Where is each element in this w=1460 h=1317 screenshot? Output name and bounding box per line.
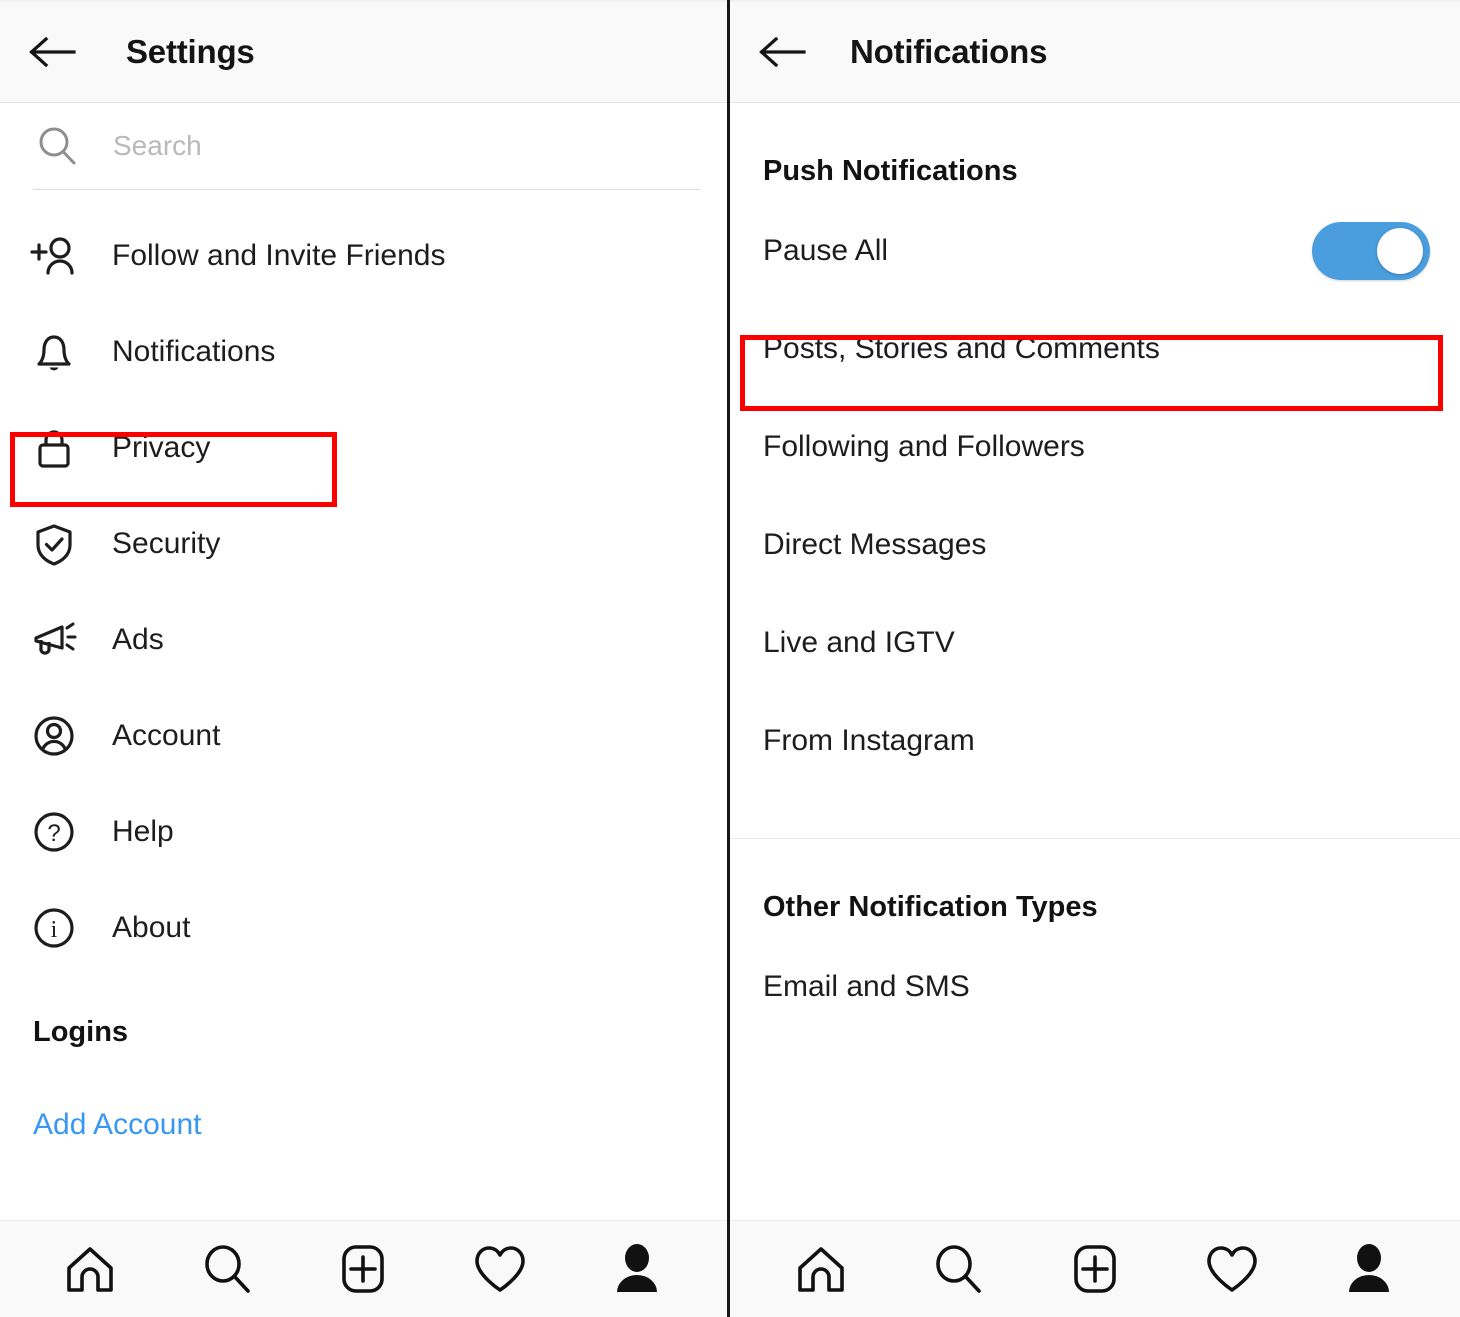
- home-icon[interactable]: [59, 1238, 121, 1300]
- row-label: Following and Followers: [763, 430, 1085, 463]
- logins-heading: Logins: [33, 1016, 129, 1048]
- sidebar-item-label: About: [112, 911, 191, 944]
- row-direct-messages[interactable]: Direct Messages: [730, 496, 1460, 594]
- row-posts-stories-and-comments[interactable]: Posts, Stories and Comments: [730, 300, 1460, 398]
- lock-icon: [28, 422, 80, 474]
- sidebar-item-account[interactable]: Account: [0, 688, 727, 784]
- row-label: Posts, Stories and Comments: [763, 332, 1160, 365]
- row-following-and-followers[interactable]: Following and Followers: [730, 398, 1460, 496]
- sidebar-item-follow-and-invite-friends[interactable]: Follow and Invite Friends: [0, 208, 727, 304]
- search-input[interactable]: [113, 130, 593, 162]
- notifications-panel: Notifications Push Notifications Pause A…: [730, 0, 1460, 1317]
- bell-icon: [28, 326, 80, 378]
- sidebar-item-security[interactable]: Security: [0, 496, 727, 592]
- add-post-icon[interactable]: [1064, 1238, 1126, 1300]
- heart-icon[interactable]: [469, 1238, 531, 1300]
- bottom-nav-left: [0, 1220, 727, 1317]
- sidebar-item-label: Account: [112, 719, 221, 752]
- home-icon[interactable]: [790, 1238, 852, 1300]
- row-label: Live and IGTV: [763, 626, 955, 659]
- pause-all-toggle[interactable]: [1312, 222, 1430, 280]
- row-label: From Instagram: [763, 724, 975, 757]
- bottom-nav-right: [730, 1220, 1460, 1317]
- svg-text:?: ?: [47, 820, 60, 847]
- shield-check-icon: [28, 518, 80, 570]
- search-icon[interactable]: [927, 1238, 989, 1300]
- row-live-and-igtv[interactable]: Live and IGTV: [730, 594, 1460, 692]
- megaphone-icon: [28, 614, 80, 666]
- search-row[interactable]: [0, 103, 727, 189]
- heart-icon[interactable]: [1201, 1238, 1263, 1300]
- back-arrow-icon[interactable]: [756, 32, 808, 72]
- page-title: Settings: [126, 33, 255, 70]
- sidebar-item-label: Security: [112, 527, 221, 560]
- profile-icon[interactable]: [606, 1238, 668, 1300]
- settings-panel: Settings Search Follow and Invite Friend…: [0, 0, 730, 1317]
- question-circle-icon: ?: [28, 806, 80, 858]
- sidebar-item-label: Follow and Invite Friends: [112, 239, 446, 272]
- toggle-knob: [1377, 228, 1423, 274]
- notifications-body: Push Notifications Pause All Posts, Stor…: [730, 103, 1460, 1220]
- sidebar-item-ads[interactable]: Ads: [0, 592, 727, 688]
- settings-body: Follow and Invite Friends Notifications: [0, 103, 727, 1220]
- row-label: Direct Messages: [763, 528, 987, 561]
- row-from-instagram[interactable]: From Instagram: [730, 692, 1460, 790]
- page-title: Notifications: [850, 33, 1048, 70]
- app-screen: Settings Search Follow and Invite Friend…: [0, 0, 1460, 1317]
- add-account-link[interactable]: Add Account: [0, 1108, 201, 1142]
- row-label: Pause All: [763, 234, 889, 267]
- svg-text:i: i: [51, 917, 58, 943]
- account-circle-icon: [28, 710, 80, 762]
- add-post-icon[interactable]: [332, 1238, 394, 1300]
- sidebar-item-privacy[interactable]: Privacy: [0, 400, 727, 496]
- sidebar-item-label: Ads: [112, 623, 164, 656]
- profile-icon[interactable]: [1338, 1238, 1400, 1300]
- sidebar-item-help[interactable]: ? Help: [0, 784, 727, 880]
- sidebar-item-label: Notifications: [112, 335, 276, 368]
- search-icon[interactable]: [196, 1238, 258, 1300]
- push-notifications-heading: Push Notifications: [763, 155, 1018, 187]
- settings-header: Settings: [0, 0, 727, 103]
- sidebar-item-label: Privacy: [112, 431, 211, 464]
- info-circle-icon: i: [28, 902, 80, 954]
- search-icon: [36, 125, 78, 167]
- row-label: Email and SMS: [763, 970, 970, 1003]
- notifications-header: Notifications: [730, 0, 1460, 103]
- other-notification-types-heading: Other Notification Types: [763, 891, 1098, 923]
- sidebar-item-label: Help: [112, 815, 174, 848]
- row-pause-all[interactable]: Pause All: [730, 202, 1460, 300]
- add-person-icon: [28, 230, 80, 282]
- sidebar-item-about[interactable]: i About: [0, 880, 727, 976]
- back-arrow-icon[interactable]: [26, 32, 78, 72]
- row-email-and-sms[interactable]: Email and SMS: [730, 938, 1460, 1036]
- sidebar-item-notifications[interactable]: Notifications: [0, 304, 727, 400]
- settings-menu: Follow and Invite Friends Notifications: [0, 190, 727, 976]
